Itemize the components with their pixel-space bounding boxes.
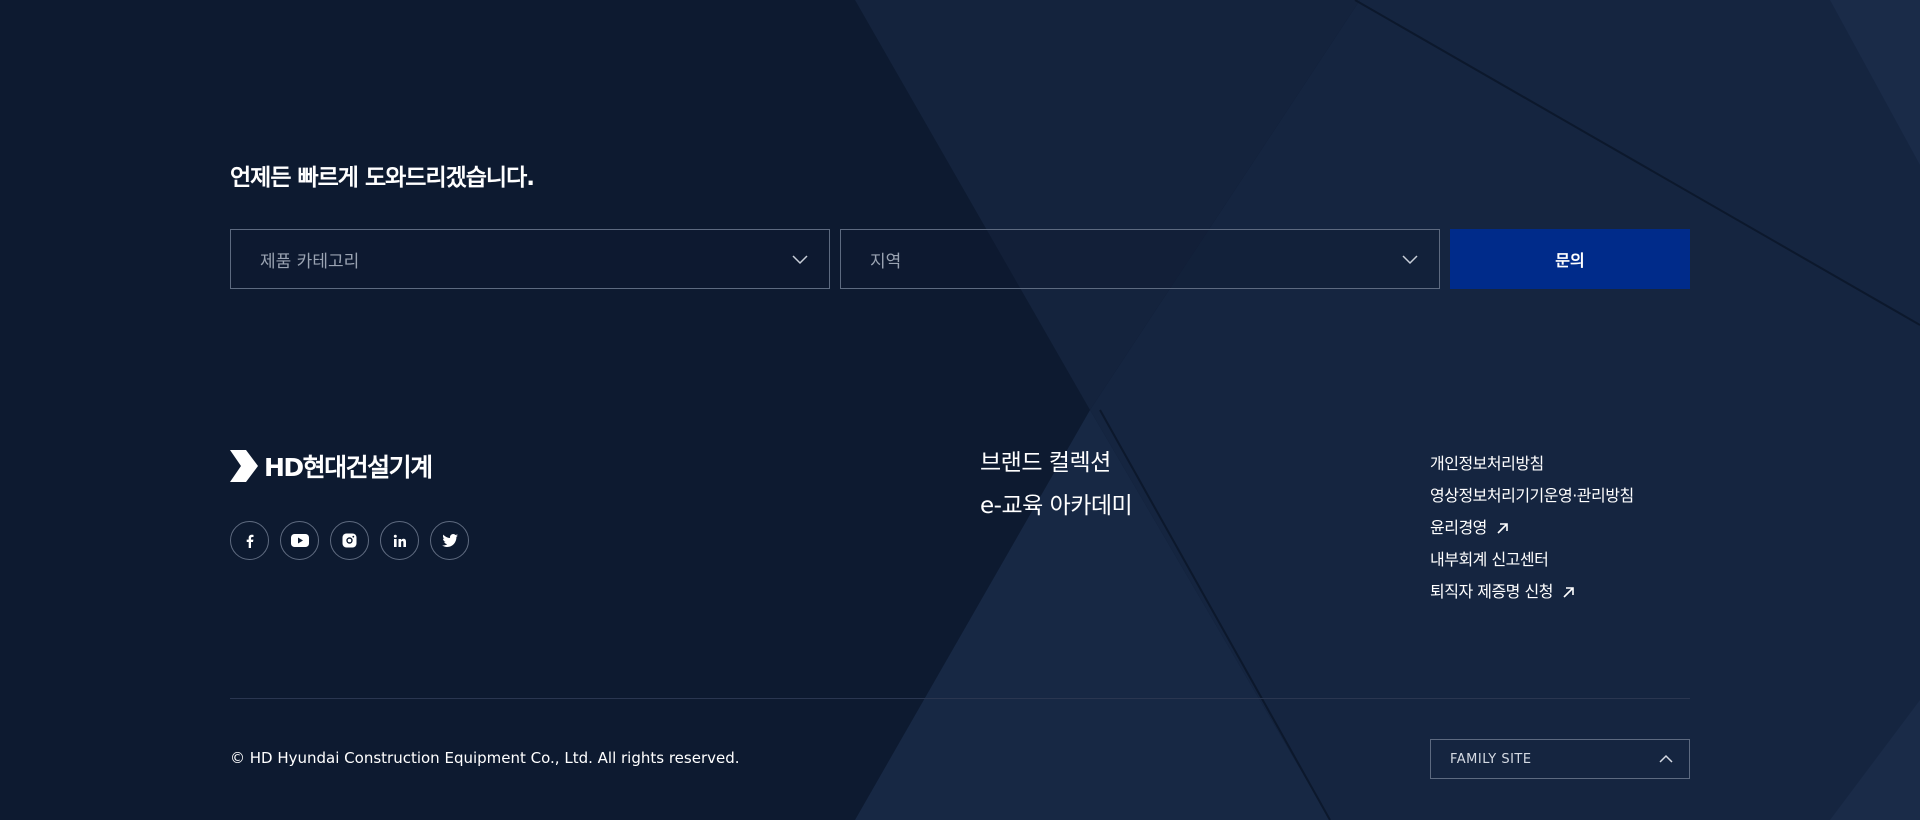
region-select[interactable]: 지역 [840,229,1440,289]
cctv-policy-link[interactable]: 영상정보처리기기운영·관리방침 [1430,480,1634,512]
external-link-arrow-icon [1562,586,1575,599]
twitter-icon [441,534,458,547]
chevron-down-icon [1401,251,1419,274]
twitter-button[interactable] [430,521,469,560]
footer-divider [230,698,1690,699]
ethics-management-label: 윤리경영 [1430,518,1487,537]
logo-text: HD현대건설기계 [264,453,433,482]
facebook-icon [246,534,253,548]
copyright-text: © HD Hyundai Construction Equipment Co.,… [230,749,740,767]
inquiry-submit-button[interactable]: 문의 [1450,229,1690,289]
linkedin-button[interactable] [380,521,419,560]
social-links [230,521,469,560]
instagram-icon [342,533,357,548]
region-placeholder: 지역 [870,251,902,272]
background-pattern [855,0,1920,820]
youtube-icon [290,534,309,547]
privacy-policy-link[interactable]: 개인정보처리방침 [1430,448,1634,480]
product-category-select[interactable]: 제품 카테고리 [230,229,830,289]
external-link-arrow-icon [1496,522,1509,535]
instagram-button[interactable] [330,521,369,560]
family-site-select[interactable]: FAMILY SITE [1430,739,1690,779]
youtube-button[interactable] [280,521,319,560]
company-logo[interactable]: HD현대건설기계 [230,449,433,483]
linkedin-icon [393,534,406,547]
product-category-placeholder: 제품 카테고리 [260,251,360,272]
e-academy-link[interactable]: e-교육 아카데미 [980,491,1133,521]
policy-links: 개인정보처리방침 영상정보처리기기운영·관리방침 윤리경영 내부회계 신고센터 … [1430,448,1634,608]
privacy-policy-label: 개인정보처리방침 [1430,454,1544,473]
retiree-certificate-link[interactable]: 퇴직자 제증명 신청 [1430,576,1634,608]
cctv-policy-label: 영상정보처리기기운영·관리방침 [1430,486,1634,505]
inquiry-title: 언제든 빠르게 도와드리겠습니다. [230,165,535,191]
brand-collection-link[interactable]: 브랜드 컬렉션 [980,448,1132,478]
internal-accounting-report-label: 내부회계 신고센터 [1430,550,1549,569]
internal-accounting-report-link[interactable]: 내부회계 신고센터 [1430,544,1634,576]
ethics-management-link[interactable]: 윤리경영 [1430,512,1634,544]
facebook-button[interactable] [230,521,269,560]
family-site-label: FAMILY SITE [1450,751,1532,767]
logo-chevron-icon [230,450,258,482]
chevron-down-icon [791,251,809,274]
chevron-up-icon [1659,753,1673,769]
retiree-certificate-label: 퇴직자 제증명 신청 [1430,582,1553,601]
brand-links: 브랜드 컬렉션 e-교육 아카데미 [980,448,1133,521]
